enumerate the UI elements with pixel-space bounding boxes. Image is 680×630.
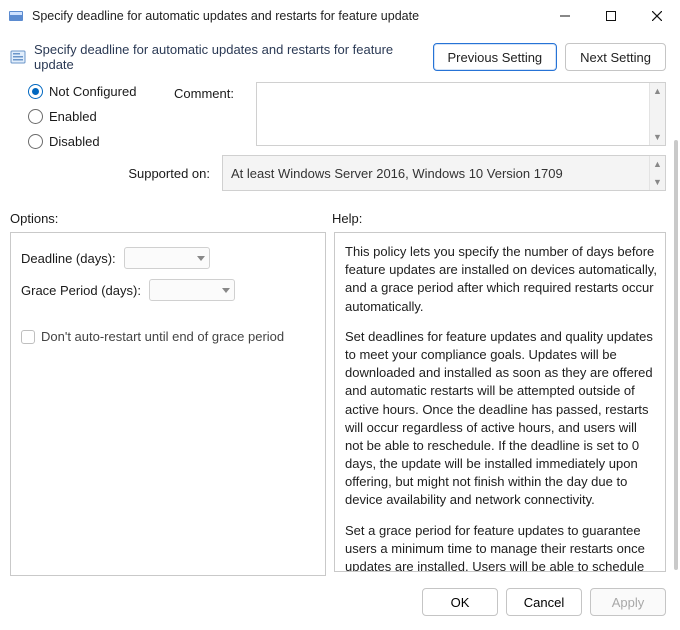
previous-setting-button[interactable]: Previous Setting (433, 43, 558, 71)
window-controls (542, 0, 680, 32)
radio-enabled[interactable]: Enabled (28, 109, 158, 124)
maximize-button[interactable] (588, 0, 634, 32)
comment-label: Comment: (174, 82, 244, 146)
state-area: Not Configured Enabled Disabled Comment:… (0, 78, 680, 149)
radio-icon (28, 84, 43, 99)
options-panel: Deadline (days): Grace Period (days): Do… (10, 232, 326, 576)
deadline-label: Deadline (days): (21, 251, 116, 266)
supported-on-row: Supported on: At least Windows Server 20… (0, 149, 680, 197)
radio-label: Enabled (49, 109, 97, 124)
next-setting-button[interactable]: Next Setting (565, 43, 666, 71)
grace-label: Grace Period (days): (21, 283, 141, 298)
comment-scrollbar[interactable]: ▲ ▼ (649, 83, 665, 145)
policy-header: Specify deadline for automatic updates a… (0, 32, 680, 78)
page-scrollbar[interactable] (674, 140, 678, 570)
section-headers: Options: Help: (0, 197, 680, 230)
deadline-spinner[interactable] (124, 247, 210, 269)
title-bar: Specify deadline for automatic updates a… (0, 0, 680, 32)
help-panel[interactable]: This policy lets you specify the number … (334, 232, 666, 572)
chevron-down-icon (197, 256, 205, 261)
window-title: Specify deadline for automatic updates a… (32, 9, 542, 23)
panels: Deadline (days): Grace Period (days): Do… (0, 230, 680, 576)
radio-icon (28, 109, 43, 124)
help-paragraph: Set a grace period for feature updates t… (345, 522, 657, 572)
radio-icon (28, 134, 43, 149)
scroll-down-icon: ▼ (650, 174, 665, 190)
radio-label: Disabled (49, 134, 100, 149)
auto-restart-checkbox[interactable] (21, 330, 35, 344)
comment-area: Comment: ▲ ▼ (174, 82, 666, 146)
radio-not-configured[interactable]: Not Configured (28, 84, 158, 99)
state-radio-group: Not Configured Enabled Disabled (28, 82, 158, 149)
auto-restart-row[interactable]: Don't auto-restart until end of grace pe… (21, 329, 315, 344)
help-heading: Help: (332, 211, 666, 226)
dialog-footer: OK Cancel Apply (0, 576, 680, 630)
radio-disabled[interactable]: Disabled (28, 134, 158, 149)
deadline-row: Deadline (days): (21, 247, 315, 269)
cancel-button[interactable]: Cancel (506, 588, 582, 616)
radio-label: Not Configured (49, 84, 136, 99)
help-paragraph: Set deadlines for feature updates and qu… (345, 328, 657, 510)
policy-title: Specify deadline for automatic updates a… (34, 42, 425, 72)
supported-on-value: At least Windows Server 2016, Windows 10… (231, 166, 563, 181)
supported-label: Supported on: (118, 166, 210, 181)
ok-button[interactable]: OK (422, 588, 498, 616)
minimize-button[interactable] (542, 0, 588, 32)
chevron-down-icon (222, 288, 230, 293)
close-button[interactable] (634, 0, 680, 32)
grace-spinner[interactable] (149, 279, 235, 301)
scroll-up-icon: ▲ (650, 83, 665, 99)
policy-icon (10, 49, 26, 65)
auto-restart-label: Don't auto-restart until end of grace pe… (41, 329, 284, 344)
help-paragraph: This policy lets you specify the number … (345, 243, 657, 316)
app-icon (8, 8, 24, 24)
supported-scrollbar[interactable]: ▲ ▼ (649, 156, 665, 190)
apply-button[interactable]: Apply (590, 588, 666, 616)
scroll-up-icon: ▲ (650, 156, 665, 172)
options-heading: Options: (10, 211, 332, 226)
comment-textarea[interactable]: ▲ ▼ (256, 82, 666, 146)
scroll-down-icon: ▼ (650, 129, 665, 145)
supported-on-box: At least Windows Server 2016, Windows 10… (222, 155, 666, 191)
grace-row: Grace Period (days): (21, 279, 315, 301)
